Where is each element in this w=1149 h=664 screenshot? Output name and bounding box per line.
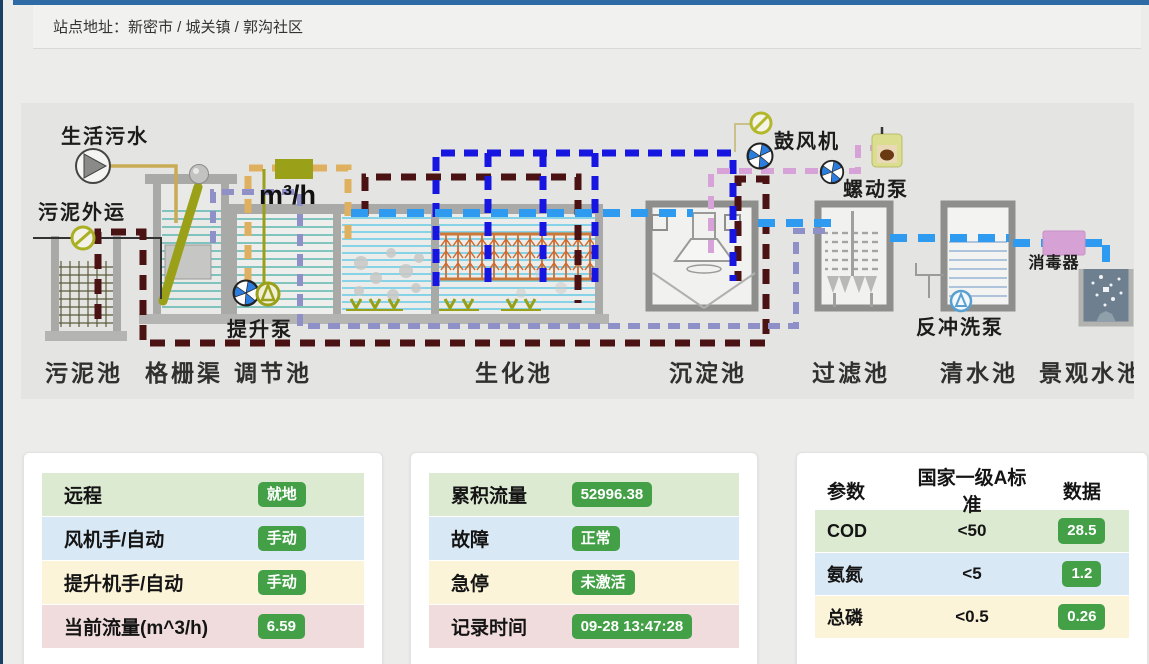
param-standard: <0.5	[909, 607, 1035, 627]
sludge-tank	[45, 236, 127, 341]
control-panel-card: 远程 就地 风机手/自动 手动 提升机手/自动 手动 当前流量(m^3/h) 6…	[23, 452, 383, 664]
param-standard: <50	[909, 521, 1035, 541]
rake-motor-sphere	[190, 165, 209, 184]
lift-pump-label: 提升泵	[227, 317, 293, 341]
quality-row-tp: 总磷 <0.5 0.26	[815, 596, 1129, 638]
biofilm-carriers	[440, 234, 594, 279]
row-fault: 故障 正常	[429, 517, 739, 560]
row-estop: 急停 未激活	[429, 561, 739, 604]
tp-value-badge: 0.26	[1058, 604, 1105, 629]
tank-label-clean: 清水池	[940, 360, 1018, 386]
fan-mode-badge[interactable]: 手动	[258, 526, 306, 551]
total-flow-badge: 52996.38	[572, 482, 653, 507]
disinfector-box	[1043, 231, 1085, 255]
row-label: 当前流量(m^3/h)	[42, 613, 258, 640]
flow-meter	[275, 159, 313, 179]
quality-row-nh3n: 氨氮 <5 1.2	[815, 553, 1129, 595]
tank-label-grid: 格栅渠	[145, 360, 223, 386]
lift-pump-icon	[257, 283, 279, 305]
remote-mode-badge[interactable]: 就地	[258, 482, 306, 507]
row-current-flow: 当前流量(m^3/h) 6.59	[42, 605, 364, 648]
grid-channel-tank	[139, 165, 243, 325]
dosing-tank-icon	[872, 127, 902, 167]
tank-label-regulating: 调节池	[234, 360, 312, 386]
fault-status-badge: 正常	[572, 526, 620, 551]
inflow-label: 生活污水	[61, 125, 149, 148]
tank-labels: 污泥池 格栅渠 调节池 生化池 沉淀池 过滤池 清水池 景观水池	[45, 360, 1134, 386]
quality-table-header: 参数 国家一级A标准 数据	[815, 473, 1129, 507]
tank-label-biochemical: 生化池	[475, 360, 553, 386]
row-record-time: 记录时间 09-28 13:47:28	[429, 605, 739, 648]
tank-label-sedimentation: 沉淀池	[669, 360, 747, 386]
row-lift-mode: 提升机手/自动 手动	[42, 561, 364, 604]
sludge-out-label: 污泥外运	[38, 200, 126, 224]
tank-label-landscape: 景观水池	[1039, 360, 1134, 386]
dosing-fan-pump-icon	[819, 161, 844, 185]
col-data-header: 数据	[1035, 477, 1129, 504]
param-name: 氨氮	[815, 561, 909, 587]
col-param-header: 参数	[815, 477, 909, 504]
dosing-pump-label: 螺动泵	[843, 178, 909, 201]
record-time-badge: 09-28 13:47:28	[572, 614, 693, 639]
row-label: 故障	[429, 525, 572, 552]
status-cards: 远程 就地 风机手/自动 手动 提升机手/自动 手动 当前流量(m^3/h) 6…	[3, 452, 1149, 664]
row-remote: 远程 就地	[42, 473, 364, 516]
row-label: 累积流量	[429, 481, 572, 508]
row-total-flow: 累积流量 52996.38	[429, 473, 739, 516]
backwash-pump-label: 反冲洗泵	[916, 316, 1004, 339]
param-name: 总磷	[815, 604, 909, 630]
disinfector-label: 消毒器	[1028, 253, 1079, 272]
sludge-valve-icon	[72, 227, 94, 249]
site-address-bar: 站点地址：新密市 / 城关镇 / 郭沟社区	[33, 5, 1141, 49]
estop-status-badge: 未激活	[572, 570, 635, 595]
col-standard-header: 国家一级A标准	[909, 463, 1035, 517]
param-name: COD	[815, 521, 909, 542]
row-label: 急停	[429, 569, 572, 596]
biochemical-tank	[327, 204, 609, 324]
row-label: 远程	[42, 481, 258, 508]
blower-label: 鼓风机	[774, 129, 840, 153]
nh3n-value-badge: 1.2	[1062, 561, 1101, 586]
param-standard: <5	[909, 564, 1035, 584]
process-flow-diagram: 生活污水 污泥外运 m³/h 提升泵 鼓风机 螺动泵 反冲洗泵 消毒器 污泥池 …	[21, 103, 1134, 399]
landscape-pool	[1081, 269, 1131, 324]
scada-page: 站点地址：新密市 / 城关镇 / 郭沟社区	[0, 0, 1149, 664]
tank-label-filter: 过滤池	[812, 360, 890, 386]
cod-value-badge: 28.5	[1058, 518, 1105, 543]
blower-valve-icon	[751, 113, 771, 133]
inflow-pump-icon	[76, 149, 110, 183]
tank-label-sludge: 污泥池	[45, 360, 123, 386]
water-quality-card: 参数 国家一级A标准 数据 COD <50 28.5 氨氮 <5 1.2 总磷 …	[796, 452, 1148, 664]
row-fan-mode: 风机手/自动 手动	[42, 517, 364, 560]
row-label: 记录时间	[429, 613, 572, 640]
status-panel-card: 累积流量 52996.38 故障 正常 急停 未激活 记录时间 09-28 13…	[410, 452, 758, 664]
blower-icon	[745, 144, 772, 171]
backwash-pump-icon	[951, 291, 971, 311]
lift-mode-badge[interactable]: 手动	[258, 570, 306, 595]
site-address-label: 站点地址：新密市 / 城关镇 / 郭沟社区	[53, 19, 303, 36]
current-flow-badge: 6.59	[258, 614, 305, 639]
flow-unit-label: m³/h	[259, 180, 316, 210]
row-label: 风机手/自动	[42, 525, 258, 552]
row-label: 提升机手/自动	[42, 569, 258, 596]
